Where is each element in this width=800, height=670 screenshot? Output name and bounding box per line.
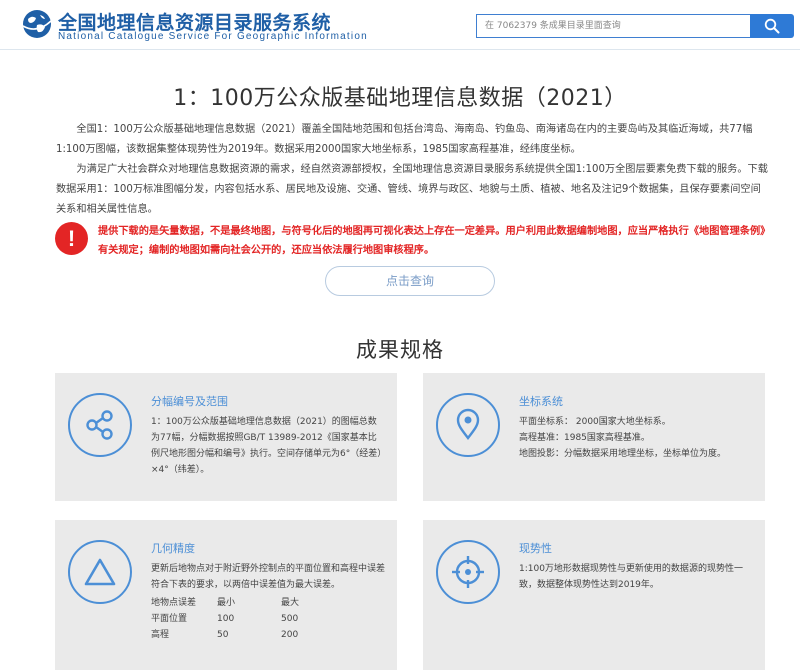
table-header-cell: 最大: [281, 598, 300, 608]
table-cell: 500: [281, 614, 299, 624]
card-title: 坐标系统: [519, 395, 563, 408]
intro-paragraph: 为满足广大社会群众对地理信息数据资源的需求，经自然资源部授权，全国地理信息资源目…: [56, 164, 768, 215]
warning-text: 提供下载的是矢量数据，不是最终地图，与符号化后的地图再可视化表达上存在一定差异。…: [98, 226, 766, 256]
search-icon: [764, 18, 780, 34]
card-title: 几何精度: [151, 542, 195, 555]
table-cell: 100: [217, 614, 235, 624]
card-line: 平面坐标系： 2000国家大地坐标系。: [519, 417, 671, 427]
intro-text: 全国1：100万公众版基础地理信息数据（2021）覆盖全国陆地范围和包括台湾岛、…: [56, 120, 768, 220]
card-text: 更新后地物点对于附近野外控制点的平面位置和高程中误差符合下表的要求，以两倍中误差…: [151, 564, 386, 590]
globe-logo-icon[interactable]: [22, 9, 52, 39]
table-header-cell: 地物点误差: [151, 598, 197, 608]
card-title: 现势性: [519, 542, 552, 555]
query-button[interactable]: 点击查询: [325, 266, 495, 296]
site-subtitle: National Catalogue Service For Geographi…: [58, 31, 368, 42]
table-cell: 200: [281, 630, 299, 640]
table-cell: 平面位置: [151, 614, 188, 624]
site-header: 全国地理信息资源目录服务系统 National Catalogue Servic…: [0, 0, 800, 50]
triangle-icon: [68, 540, 132, 604]
section-title: 成果规格: [356, 338, 444, 362]
card-line: 地图投影：分幅数据采用地理坐标，坐标单位为度。: [519, 449, 727, 459]
intro-paragraph: 全国1：100万公众版基础地理信息数据（2021）覆盖全国陆地范围和包括台湾岛、…: [56, 124, 753, 155]
card-body: 更新后地物点对于附近野外控制点的平面位置和高程中误差符合下表的要求，以两倍中误差…: [151, 561, 385, 643]
spec-card-coordinate-system: 坐标系统 平面坐标系： 2000国家大地坐标系。 高程基准：1985国家高程基准…: [423, 373, 765, 501]
location-pin-icon: [436, 393, 500, 457]
table-cell: 50: [217, 630, 229, 640]
card-body: 1：100万公众版基础地理信息数据（2021）的图幅总数为77幅，分幅数据按照G…: [151, 417, 382, 475]
card-line: 高程基准：1985国家高程基准。: [519, 433, 650, 443]
accuracy-table: 地物点误差 最小 最大 平面位置 100 500 高程 50 200: [151, 595, 385, 643]
share-icon: [68, 393, 132, 457]
search-input[interactable]: 在 7062379 条成果目录里面查询: [476, 14, 750, 38]
page-title: 1：100万公众版基础地理信息数据（2021）: [173, 86, 627, 111]
warning-icon: !: [55, 222, 88, 255]
table-row: 平面位置 100 500: [151, 611, 385, 627]
table-header-row: 地物点误差 最小 最大: [151, 595, 385, 611]
crosshair-icon: [436, 540, 500, 604]
table-cell: 高程: [151, 630, 170, 640]
spec-card-sheet-range: 分幅编号及范围 1：100万公众版基础地理信息数据（2021）的图幅总数为77幅…: [55, 373, 397, 501]
card-body: 平面坐标系： 2000国家大地坐标系。 高程基准：1985国家高程基准。 地图投…: [519, 414, 753, 462]
search-button[interactable]: [750, 14, 794, 38]
table-header-cell: 最小: [217, 598, 236, 608]
card-body: 1:100万地形数据现势性与更新使用的数据源的现势性一致，数据整体现势性达到20…: [519, 564, 743, 590]
card-title: 分幅编号及范围: [151, 395, 228, 408]
spec-card-currency: 现势性 1:100万地形数据现势性与更新使用的数据源的现势性一致，数据整体现势性…: [423, 520, 765, 670]
table-row: 高程 50 200: [151, 627, 385, 643]
spec-card-geometric-accuracy: 几何精度 更新后地物点对于附近野外控制点的平面位置和高程中误差符合下表的要求，以…: [55, 520, 397, 670]
